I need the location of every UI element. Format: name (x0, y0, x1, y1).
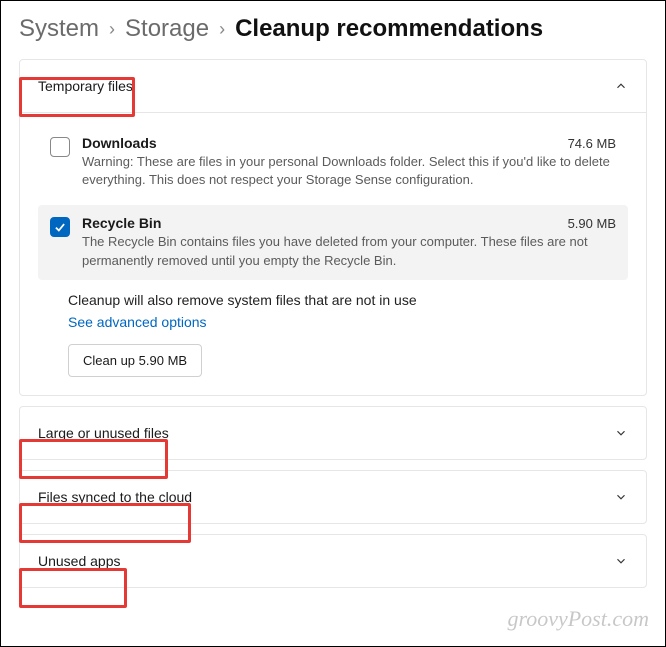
item-desc: Warning: These are files in your persona… (82, 153, 616, 189)
breadcrumb-storage[interactable]: Storage (125, 15, 209, 43)
section-header-unused-apps[interactable]: Unused apps (20, 535, 646, 587)
chevron-up-icon (614, 79, 628, 93)
chevron-down-icon (614, 554, 628, 568)
section-large-or-unused: Large or unused files (19, 406, 647, 460)
item-desc: The Recycle Bin contains files you have … (82, 233, 616, 269)
page-title: Cleanup recommendations (235, 15, 543, 43)
section-header-large-or-unused[interactable]: Large or unused files (20, 407, 646, 459)
advanced-options-link[interactable]: See advanced options (68, 314, 207, 330)
item-size: 74.6 MB (568, 136, 616, 151)
section-header-temporary-files[interactable]: Temporary files (20, 60, 646, 112)
checkbox-downloads[interactable] (50, 137, 70, 157)
section-title: Large or unused files (38, 425, 169, 441)
section-title: Temporary files (38, 78, 133, 94)
cleanup-button[interactable]: Clean up 5.90 MB (68, 344, 202, 377)
chevron-right-icon: › (219, 19, 225, 40)
cleanup-item-recycle-bin: Recycle Bin 5.90 MB The Recycle Bin cont… (38, 205, 628, 279)
item-title: Downloads (82, 135, 157, 151)
chevron-right-icon: › (109, 19, 115, 40)
cleanup-note: Cleanup will also remove system files th… (68, 292, 628, 308)
item-size: 5.90 MB (568, 216, 616, 231)
cleanup-item-downloads: Downloads 74.6 MB Warning: These are fil… (38, 125, 628, 199)
section-unused-apps: Unused apps (19, 534, 647, 588)
chevron-down-icon (614, 490, 628, 504)
item-title: Recycle Bin (82, 215, 161, 231)
breadcrumb-system[interactable]: System (19, 15, 99, 43)
section-temporary-files: Temporary files Downloads 74.6 MB Warnin… (19, 59, 647, 396)
item-main: Downloads 74.6 MB Warning: These are fil… (82, 135, 616, 189)
checkbox-recycle-bin[interactable] (50, 217, 70, 237)
section-synced-cloud: Files synced to the cloud (19, 470, 647, 524)
breadcrumb: System › Storage › Cleanup recommendatio… (1, 1, 665, 53)
section-title: Unused apps (38, 553, 121, 569)
chevron-down-icon (614, 426, 628, 440)
section-body-temporary-files: Downloads 74.6 MB Warning: These are fil… (20, 112, 646, 395)
item-main: Recycle Bin 5.90 MB The Recycle Bin cont… (82, 215, 616, 269)
content-area: Temporary files Downloads 74.6 MB Warnin… (1, 53, 665, 616)
section-title: Files synced to the cloud (38, 489, 192, 505)
section-header-synced-cloud[interactable]: Files synced to the cloud (20, 471, 646, 523)
